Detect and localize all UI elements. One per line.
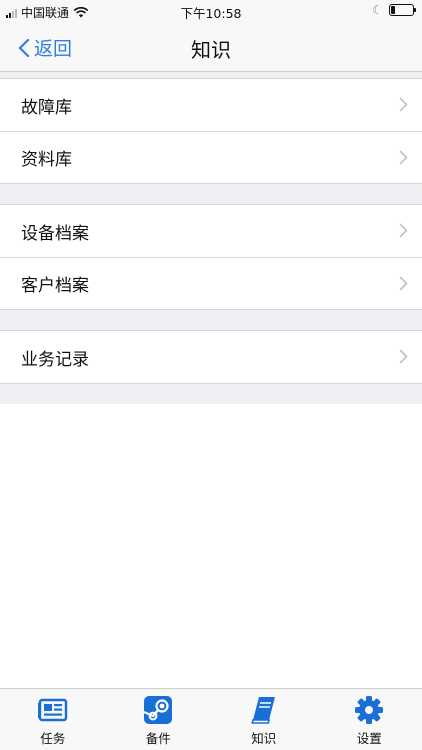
battery-icon [389, 4, 416, 16]
tab-knowledge[interactable]: 知识 [211, 689, 317, 750]
tab-label: 设置 [356, 731, 382, 746]
tab-tasks[interactable]: 任务 [0, 689, 106, 750]
chevron-right-icon [399, 97, 408, 112]
battery-fill [391, 6, 396, 14]
steam-icon [143, 696, 173, 724]
list-group: 业务记录 [0, 330, 422, 384]
tab-label: 知识 [251, 731, 277, 746]
status-bar: 中国联通 下午10:58 ☾ [0, 0, 422, 22]
status-right: ☾ [372, 3, 416, 17]
navigation-bar: 返回 知识 [0, 22, 422, 72]
group-spacer [0, 310, 422, 330]
list-item-customer-records[interactable]: 客户档案 [0, 257, 422, 309]
list-item-label: 客户档案 [21, 276, 89, 296]
gear-icon [355, 696, 384, 724]
newspaper-icon [37, 698, 67, 722]
list-item-label: 业务记录 [21, 349, 89, 370]
group-spacer [0, 384, 422, 404]
tab-label: 备件 [145, 731, 171, 746]
do-not-disturb-icon: ☾ [372, 3, 383, 17]
list-item-label: 故障库 [21, 97, 72, 118]
list-item-label: 设备档案 [21, 223, 89, 244]
chevron-right-icon [399, 349, 408, 364]
list-group: 设备档案 客户档案 [0, 204, 422, 310]
list-group: 故障库 资料库 [0, 78, 422, 184]
list-item-business-records[interactable]: 业务记录 [0, 331, 422, 383]
tab-label: 任务 [40, 731, 66, 746]
book-icon [251, 697, 275, 724]
chevron-right-icon [399, 223, 408, 238]
tab-bar: 任务 备件 知识 设置 [0, 688, 422, 750]
page-title: 知识 [191, 38, 231, 62]
tab-spare-parts[interactable]: 备件 [106, 689, 212, 750]
list-item-document-library[interactable]: 资料库 [0, 131, 422, 183]
chevron-right-icon [399, 276, 408, 291]
chevron-right-icon [399, 150, 408, 165]
list-item-fault-library[interactable]: 故障库 [0, 79, 422, 131]
tab-settings[interactable]: 设置 [317, 689, 422, 750]
list-item-label: 资料库 [21, 150, 72, 170]
knowledge-list: 故障库 资料库 设备档案 客户档案 业务记录 [0, 72, 422, 688]
group-spacer [0, 184, 422, 204]
list-item-equipment-records[interactable]: 设备档案 [0, 205, 422, 257]
status-time: 下午10:58 [180, 6, 242, 21]
